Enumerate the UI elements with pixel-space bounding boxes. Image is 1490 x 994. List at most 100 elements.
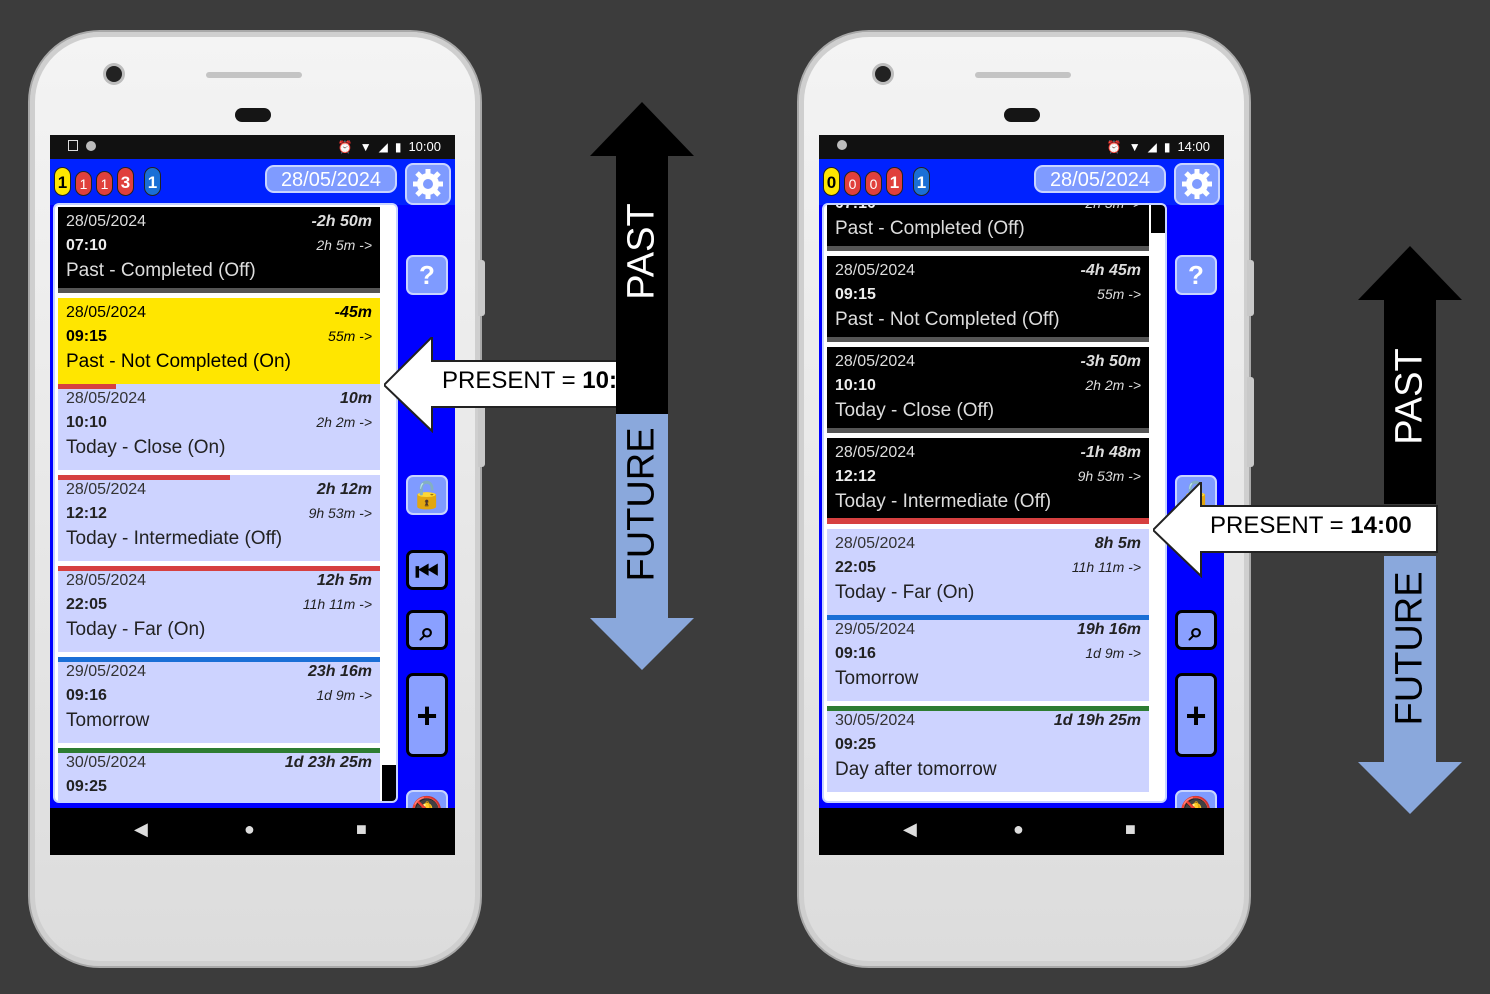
recents-icon[interactable]: ■ — [356, 819, 367, 840]
event-time: 09:15 — [835, 286, 876, 303]
event-label: Past - Not Completed (Off) — [835, 309, 1060, 330]
badge-red[interactable]: 0 — [844, 171, 861, 196]
event-card[interactable]: 28/05/2024 09:15 Past - Not Completed (O… — [827, 256, 1149, 342]
event-card[interactable]: 07:10 Past - Completed (Off) 2h 5m -> — [827, 203, 1149, 251]
proximity-sensor — [1004, 108, 1040, 122]
badge-red[interactable]: 1 — [75, 171, 92, 196]
event-card[interactable]: 28/05/2024 22:05 Today - Far (On) 8h 5m … — [827, 529, 1149, 615]
event-date: 29/05/2024 — [66, 663, 147, 680]
search-button[interactable]: ⌕ — [1175, 610, 1217, 650]
wifi-icon: ▼ — [1128, 139, 1141, 154]
event-relative-time: 8h 5m — [1094, 535, 1141, 552]
event-card[interactable]: 29/05/2024 09:16 Tomorrow 23h 16m 1d 9m … — [58, 657, 380, 743]
event-label: Today - Intermediate (Off) — [66, 528, 283, 549]
scrollbar-thumb[interactable] — [1151, 205, 1165, 233]
event-card[interactable]: 28/05/2024 12:12 Today - Intermediate (O… — [827, 438, 1149, 524]
event-relative-time: 19h 16m — [1076, 621, 1141, 638]
battery-icon: ▮ — [1163, 139, 1171, 154]
event-date: 28/05/2024 — [835, 444, 916, 461]
search-icon: ⌕ — [419, 616, 435, 646]
event-card[interactable]: 29/05/2024 09:16 Tomorrow 19h 16m 1d 9m … — [827, 615, 1149, 701]
timeline-arrow — [1358, 246, 1462, 814]
event-card[interactable]: 28/05/2024 07:10 Past - Completed (Off) … — [58, 207, 380, 293]
present-label: PRESENT = — [442, 367, 583, 394]
signal-icon: ◢ — [1147, 139, 1157, 154]
badge-blue[interactable]: 1 — [144, 167, 161, 196]
search-icon: ⌕ — [1188, 616, 1204, 646]
event-label: Past - Completed (Off) — [66, 260, 256, 281]
front-camera — [875, 66, 891, 82]
badge-red[interactable]: 0 — [865, 171, 882, 196]
event-label: Today - Far (On) — [66, 619, 206, 640]
alarm-icon: ⏰ — [1106, 139, 1122, 154]
event-time: 22:05 — [835, 559, 876, 576]
badge-red[interactable]: 1 — [96, 171, 113, 196]
help-button[interactable]: ? — [406, 255, 448, 295]
side-toolbar: ? 🔓 ⏮ ⌕ + 🔕 — [402, 205, 452, 855]
progress-bar — [58, 657, 380, 662]
event-duration: 11h 11m -> — [1071, 559, 1141, 575]
back-icon[interactable]: ◀ — [134, 819, 148, 840]
badge-red[interactable]: 1 — [886, 167, 903, 196]
volume-button — [478, 260, 485, 316]
left-phone: ⏰ ▼ ◢ ▮ 10:00 1 1 1 3 1 28/05/2024 28/05… — [28, 30, 485, 968]
event-card[interactable]: 28/05/2024 10:10 Today - Close (On) 10m … — [58, 384, 380, 470]
scrollbar[interactable] — [382, 205, 396, 801]
notification-dot-icon — [86, 140, 96, 151]
event-duration: 2h 2m -> — [1085, 377, 1141, 393]
earpiece-speaker — [206, 72, 302, 78]
app-toolbar: 0 0 0 1 1 28/05/2024 — [819, 159, 1224, 205]
event-duration: 11h 11m -> — [302, 596, 372, 612]
event-date: 29/05/2024 — [835, 621, 916, 638]
signal-icon: ◢ — [378, 139, 388, 154]
badge-yellow[interactable]: 1 — [54, 167, 71, 196]
event-duration: 55m -> — [328, 328, 372, 344]
jump-to-now-button[interactable]: ⏮ — [406, 550, 448, 590]
event-relative-time: 1d 23h 25m — [284, 754, 372, 771]
date-selector[interactable]: 28/05/2024 — [1034, 165, 1166, 193]
event-time: 12:12 — [66, 505, 107, 522]
event-date: 30/05/2024 — [66, 754, 147, 771]
wifi-icon: ▼ — [359, 139, 372, 154]
event-time: 07:10 — [835, 203, 876, 212]
add-button[interactable]: + — [406, 673, 448, 757]
event-card[interactable]: 28/05/2024 12:12 Today - Intermediate (O… — [58, 475, 380, 561]
settings-button[interactable] — [1174, 163, 1220, 205]
progress-bar — [58, 748, 380, 753]
home-icon[interactable]: ● — [244, 819, 255, 840]
status-time: 10:00 — [408, 139, 441, 154]
event-time: 10:10 — [835, 377, 876, 394]
unlock-button[interactable]: 🔓 — [406, 475, 448, 515]
event-card[interactable]: 28/05/2024 09:15 Past - Not Completed (O… — [58, 298, 380, 384]
event-list[interactable]: 28/05/2024 07:10 Past - Completed (Off) … — [53, 203, 398, 803]
event-relative-time: -3h 50m — [1080, 353, 1141, 370]
date-selector[interactable]: 28/05/2024 — [265, 165, 397, 193]
search-button[interactable]: ⌕ — [406, 610, 448, 650]
event-time: 09:16 — [66, 687, 107, 704]
badge-red[interactable]: 3 — [117, 167, 134, 196]
event-card[interactable]: 28/05/2024 22:05 Today - Far (On) 12h 5m… — [58, 566, 380, 652]
event-list[interactable]: 07:10 Past - Completed (Off) 2h 5m -> 28… — [822, 203, 1167, 803]
event-relative-time: 10m — [339, 390, 372, 407]
home-icon[interactable]: ● — [1013, 819, 1024, 840]
event-card[interactable]: 28/05/2024 10:10 Today - Close (Off) -3h… — [827, 347, 1149, 433]
event-time: 10:10 — [66, 414, 107, 431]
event-time: 09:16 — [835, 645, 876, 662]
event-card[interactable]: 30/05/2024 09:25 Day after tomorrow 1d 1… — [827, 706, 1149, 792]
add-button[interactable]: + — [1175, 673, 1217, 757]
settings-button[interactable] — [405, 163, 451, 205]
event-card[interactable]: 30/05/2024 09:25 1d 23h 25m — [58, 748, 380, 801]
scrollbar-thumb[interactable] — [382, 765, 396, 801]
calendar-icon — [68, 140, 78, 151]
back-icon[interactable]: ◀ — [903, 819, 917, 840]
help-button[interactable]: ? — [1175, 255, 1217, 295]
recents-icon[interactable]: ■ — [1125, 819, 1136, 840]
badge-blue[interactable]: 1 — [913, 167, 930, 196]
badge-yellow[interactable]: 0 — [823, 167, 840, 196]
event-date: 28/05/2024 — [66, 390, 147, 407]
event-relative-time: -45m — [334, 304, 372, 321]
event-relative-time: -4h 45m — [1080, 262, 1141, 279]
event-relative-time: -2h 50m — [311, 213, 372, 230]
battery-icon: ▮ — [394, 139, 402, 154]
event-time: 22:05 — [66, 596, 107, 613]
